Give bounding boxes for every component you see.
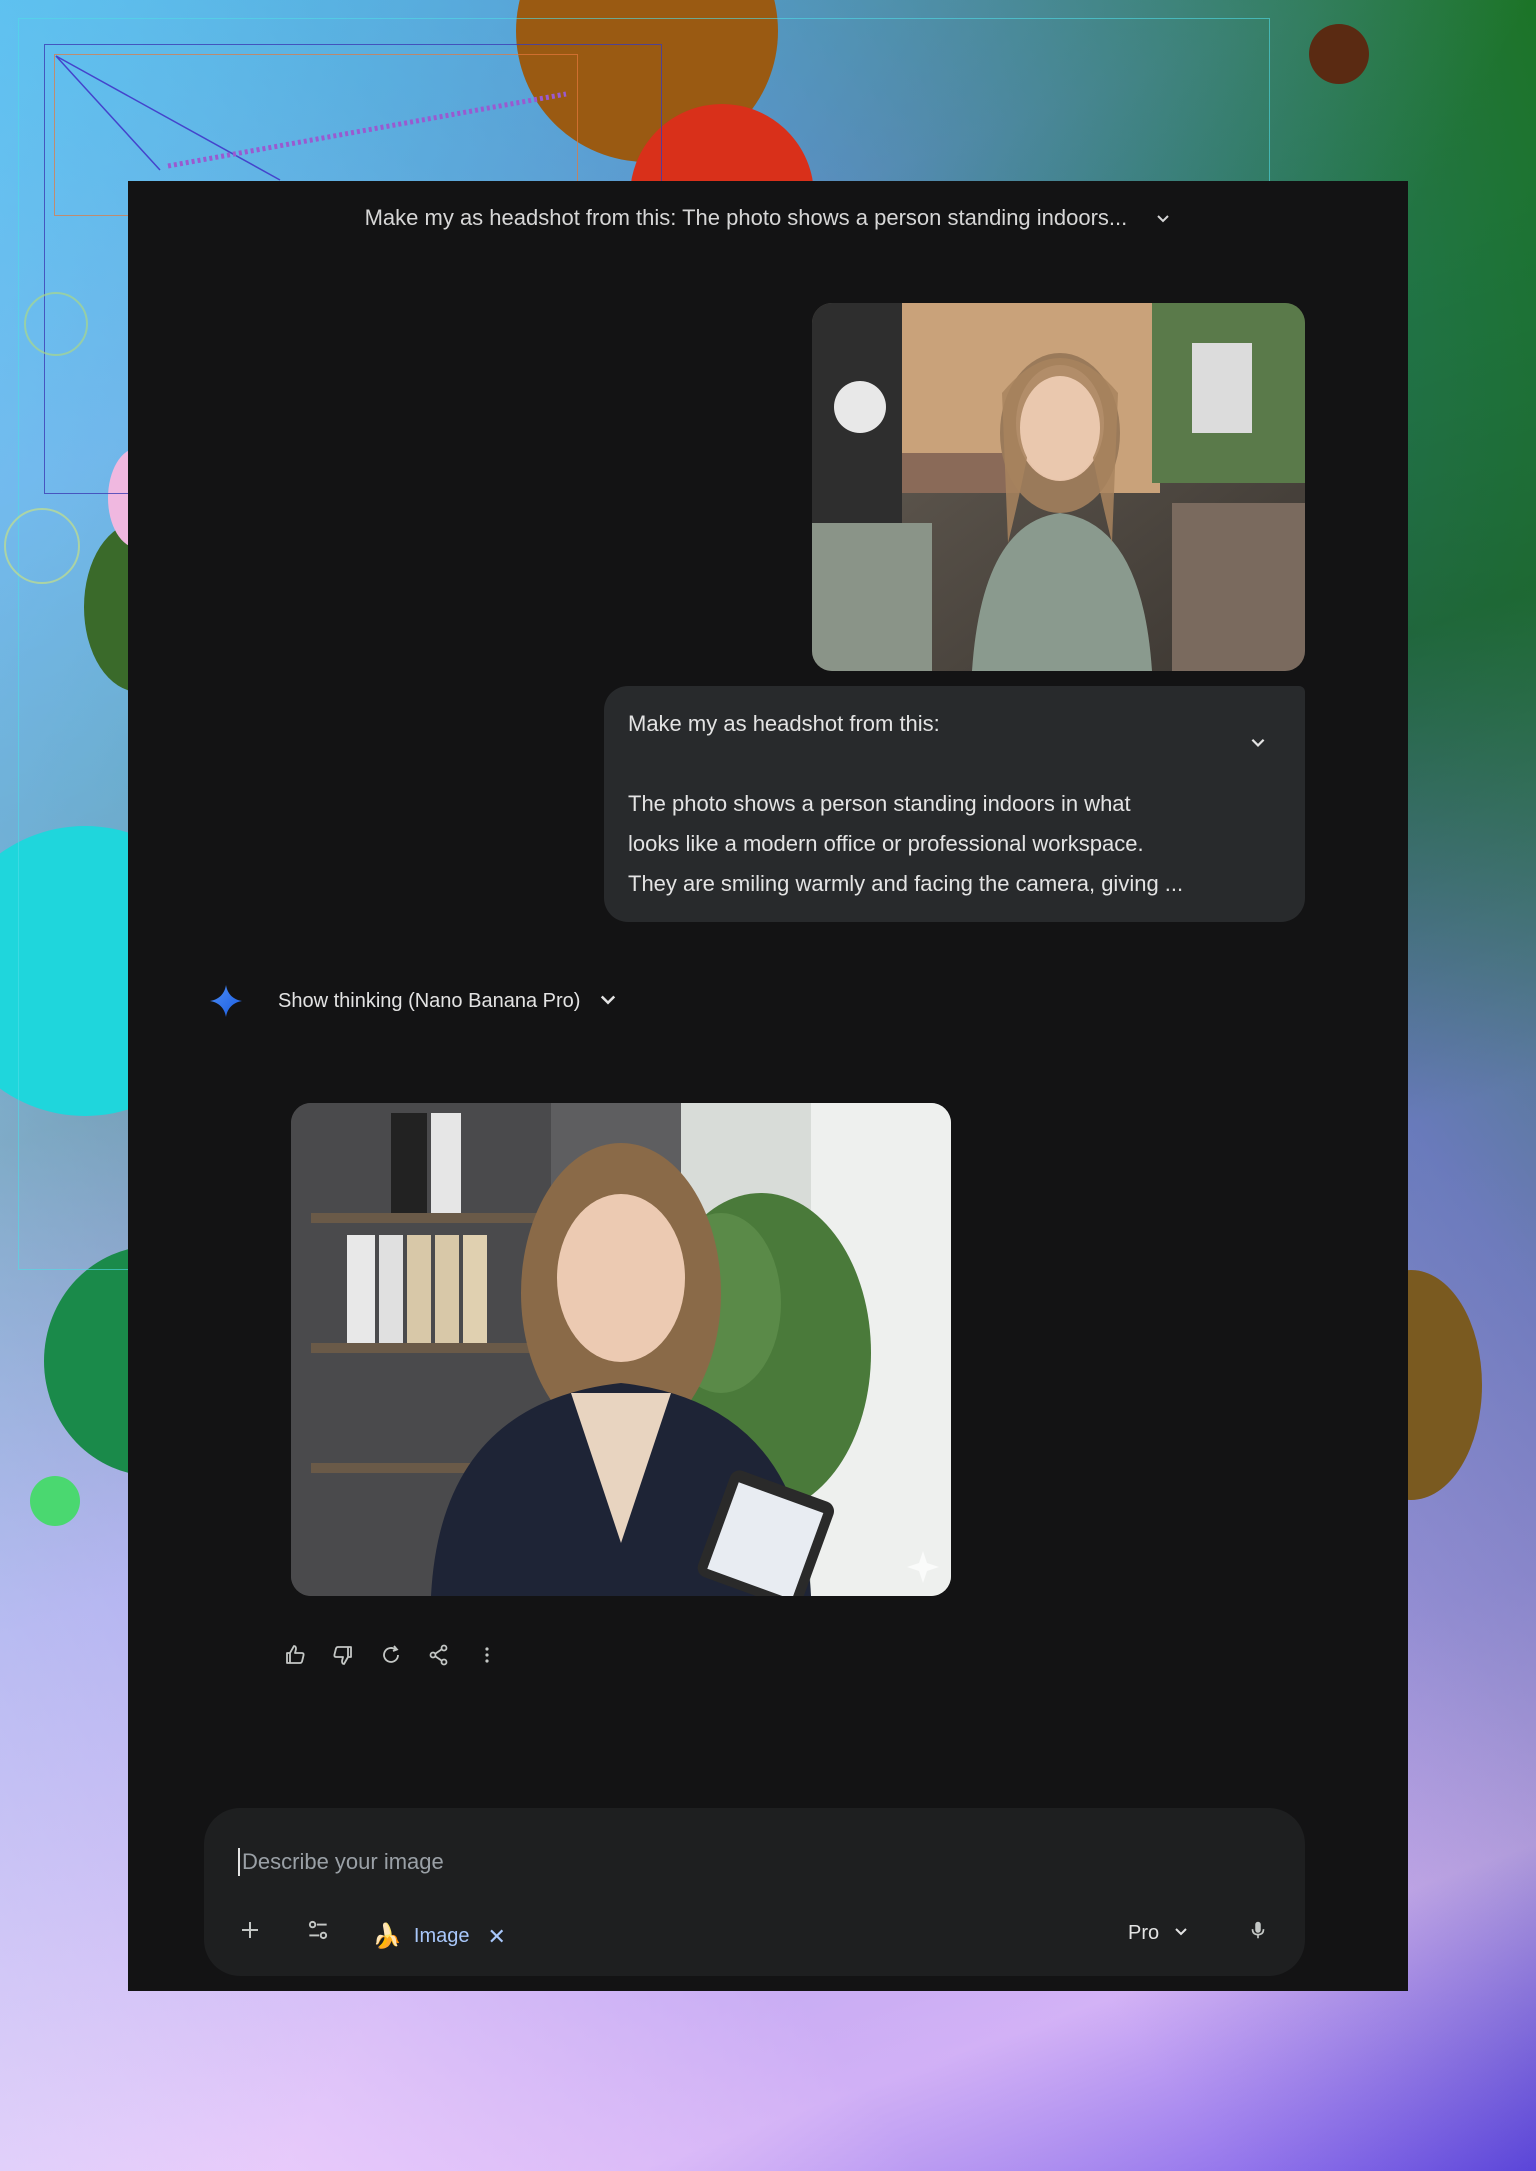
- prompt-line: looks like a modern office or profession…: [628, 831, 1144, 856]
- bg-lines: [55, 55, 567, 181]
- model-selector[interactable]: Pro: [1128, 1922, 1189, 1945]
- more-vert-icon[interactable]: [470, 1638, 504, 1672]
- prompt-composer: Describe your image 🍌 Image ✕ Pro: [204, 1808, 1305, 1976]
- prompt-input[interactable]: Describe your image: [238, 1848, 444, 1876]
- expand-prompt-chevron-icon[interactable]: [1249, 724, 1267, 764]
- prompt-line: They are smiling warmly and facing the c…: [628, 871, 1184, 896]
- response-actions: [278, 1638, 504, 1672]
- thumbs-up-icon[interactable]: [278, 1638, 312, 1672]
- thumbs-down-icon[interactable]: [326, 1638, 360, 1672]
- user-prompt-bubble: Make my as headshot from this: The photo…: [604, 686, 1305, 922]
- share-icon[interactable]: [422, 1638, 456, 1672]
- user-uploaded-photo[interactable]: [812, 303, 1305, 671]
- conversation-title-text: Make my as headshot from this: The photo…: [364, 205, 1128, 230]
- gemini-spark-icon: [208, 983, 244, 1019]
- gemini-chat-window: Make my as headshot from this: The photo…: [128, 181, 1408, 1991]
- model-selector-label: Pro: [1128, 1922, 1160, 1944]
- chevron-down-icon[interactable]: [598, 989, 618, 1014]
- banana-icon: 🍌: [372, 1923, 402, 1950]
- mic-icon[interactable]: [1240, 1912, 1276, 1948]
- show-thinking-toggle[interactable]: Show thinking (Nano Banana Pro): [208, 981, 618, 1021]
- chevron-down-icon: [1173, 1922, 1189, 1945]
- image-chip-label: Image: [413, 1925, 470, 1947]
- generated-headshot-image[interactable]: [291, 1103, 951, 1596]
- thinking-label: Show thinking (Nano Banana Pro): [278, 989, 581, 1012]
- close-icon[interactable]: ✕: [487, 1924, 505, 1950]
- conversation-title[interactable]: Make my as headshot from this: The photo…: [128, 205, 1408, 232]
- bg-ring-1: [24, 292, 88, 356]
- bg-blob-brown: [1309, 24, 1369, 84]
- bg-blob-lime: [30, 1476, 80, 1526]
- image-tool-chip[interactable]: 🍌 Image ✕: [372, 1922, 506, 1951]
- tune-icon[interactable]: [300, 1912, 336, 1948]
- chevron-down-icon[interactable]: [1155, 206, 1171, 232]
- prompt-line: The photo shows a person standing indoor…: [628, 791, 1131, 816]
- plus-icon[interactable]: [232, 1912, 268, 1948]
- refresh-icon[interactable]: [374, 1638, 408, 1672]
- bg-ring-2: [4, 508, 80, 584]
- prompt-first-line: Make my as headshot from this:: [628, 711, 940, 736]
